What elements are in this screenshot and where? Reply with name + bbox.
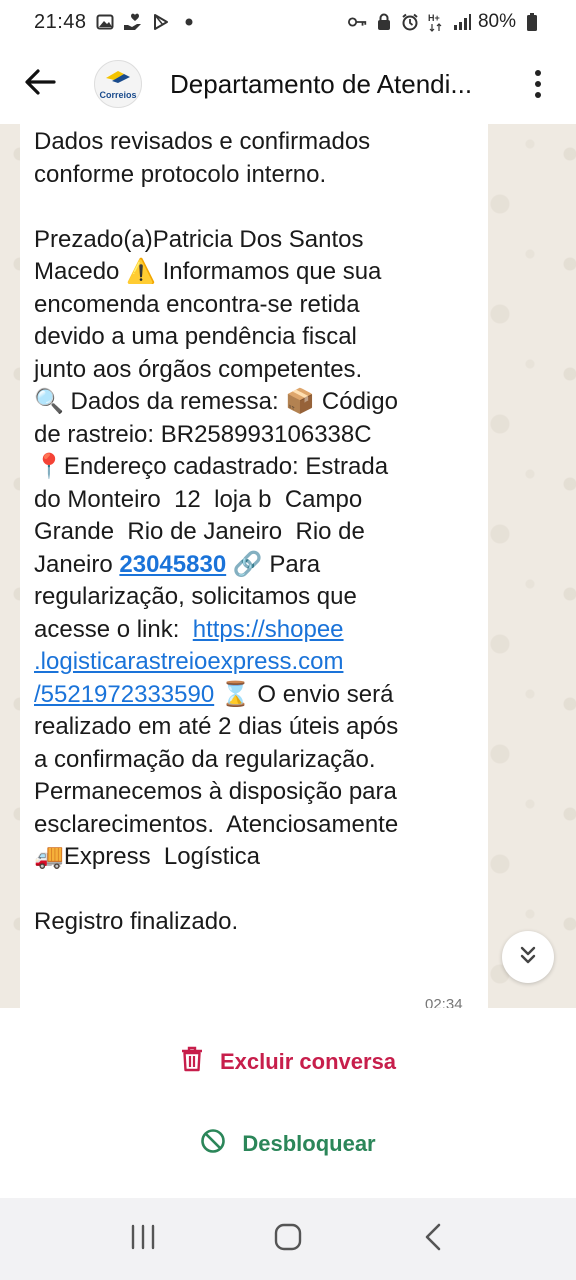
back-button[interactable] <box>0 44 80 124</box>
signal-icon <box>452 12 472 32</box>
home-icon <box>273 1222 303 1257</box>
alarm-icon <box>400 12 420 32</box>
package-emoji: 📦 <box>285 388 316 415</box>
battery-percent: 80% <box>477 11 516 32</box>
dot-3 <box>535 92 541 98</box>
message-text: Dados revisados e confirmados conforme p… <box>34 126 474 939</box>
trash-icon <box>180 1046 204 1078</box>
dot-icon <box>179 12 199 32</box>
status-right: H+ 80% <box>347 11 542 33</box>
dot-1 <box>535 70 541 76</box>
chat-area[interactable]: Dados revisados e confirmados conforme p… <box>0 124 576 1008</box>
home-button[interactable] <box>258 1209 318 1269</box>
system-nav-bar <box>0 1198 576 1280</box>
status-left: 21:48 <box>34 11 199 34</box>
hourglass-emoji: ⌛ <box>220 680 251 708</box>
warning-emoji: ⚠️ <box>126 258 156 285</box>
avatar-label: Correios <box>99 90 137 100</box>
svg-text:H+: H+ <box>428 13 440 23</box>
pin-emoji: 📍 <box>34 453 64 480</box>
delete-label: Excluir conversa <box>219 1049 397 1074</box>
play-store-icon <box>151 12 171 32</box>
lock-icon <box>374 12 394 32</box>
status-bar: 21:48 H+ 80% <box>0 0 576 44</box>
text-confirmed: Dados revisados e confirmados conforme p… <box>34 128 371 188</box>
text-dados-remessa: Dados da remessa: <box>63 388 286 415</box>
text-footer: Registro finalizado. <box>34 908 239 935</box>
magnifier-emoji: 🔍 <box>34 388 64 415</box>
hplus-icon: H+ <box>426 12 446 32</box>
arrow-left-icon <box>24 68 56 101</box>
back-nav-button[interactable] <box>403 1209 463 1269</box>
message-time: 02:34 <box>425 996 463 1008</box>
chevron-left-icon <box>423 1222 443 1257</box>
key-icon <box>347 12 368 32</box>
delete-conversation-button[interactable]: Excluir conversa <box>0 1044 576 1080</box>
truck-emoji: 🚚 <box>34 843 64 870</box>
recents-icon <box>129 1224 157 1255</box>
battery-icon <box>522 12 542 32</box>
recents-button[interactable] <box>113 1209 173 1269</box>
chat-title[interactable]: Departamento de Atendi... <box>170 69 510 100</box>
blocked-actions-panel: Excluir conversa Desbloquear <box>0 1008 576 1198</box>
more-options-button[interactable] <box>518 54 558 114</box>
cep-link[interactable]: 23045830 <box>119 551 226 578</box>
scroll-down-button[interactable] <box>502 931 554 983</box>
dot-2 <box>535 81 541 87</box>
unblock-button[interactable]: Desbloquear <box>0 1126 576 1162</box>
double-chevron-down-icon <box>516 943 540 972</box>
correios-logo-icon <box>104 68 132 89</box>
photo-icon <box>95 12 115 32</box>
hand-heart-icon <box>123 12 143 32</box>
avatar[interactable]: Correios <box>94 60 142 108</box>
text-signature: Express Logística <box>63 843 260 870</box>
chat-header: Correios Departamento de Atendi... <box>0 44 576 124</box>
link-emoji: 🔗 <box>232 550 263 578</box>
unblock-label: Desbloquear <box>242 1131 376 1156</box>
block-icon <box>200 1128 226 1160</box>
status-time: 21:48 <box>34 10 87 33</box>
